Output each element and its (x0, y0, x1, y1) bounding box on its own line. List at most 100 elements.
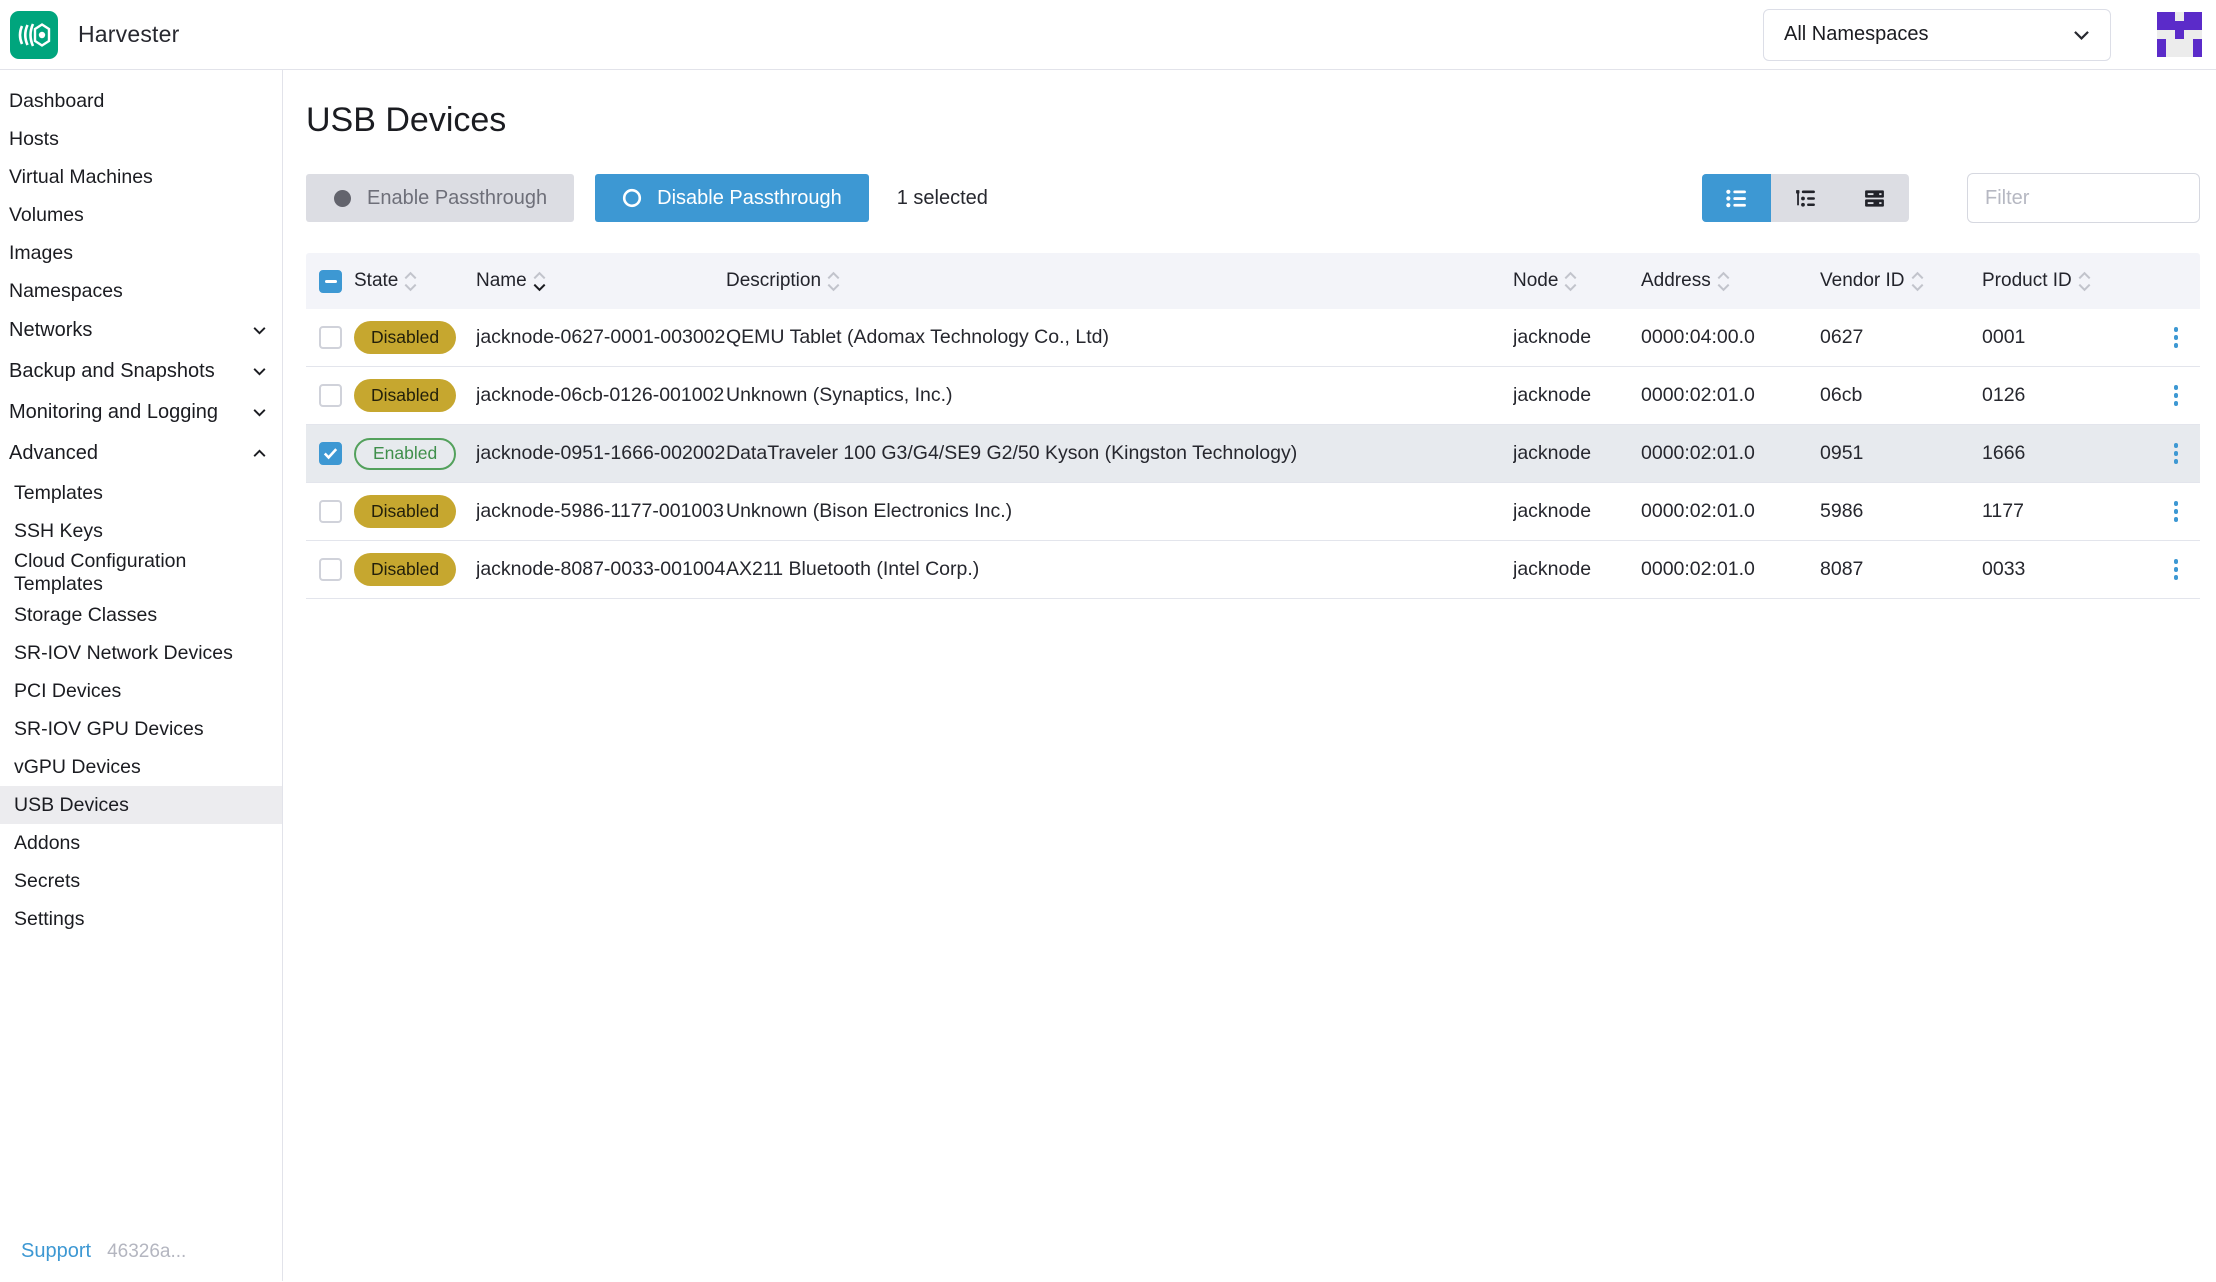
enable-passthrough-button[interactable]: Enable Passthrough (306, 174, 574, 222)
sidebar-item-settings[interactable]: Settings (0, 900, 282, 938)
column-header-vendor-id[interactable]: Vendor ID (1820, 269, 1982, 294)
avatar-pixel (2166, 48, 2175, 57)
sidebar-item-label: Volumes (9, 204, 84, 227)
sidebar-item-label: Hosts (9, 128, 59, 151)
sidebar-item-vgpu-devices[interactable]: vGPU Devices (0, 748, 282, 786)
product-id: 0033 (1982, 558, 2152, 581)
row-checkbox[interactable] (319, 558, 342, 581)
device-description: QEMU Tablet (Adomax Technology Co., Ltd) (726, 326, 1513, 349)
table-row[interactable]: Disabledjacknode-5986-1177-001003Unknown… (306, 483, 2200, 541)
sidebar-item-namespaces[interactable]: Namespaces (0, 272, 282, 310)
table-row[interactable]: Disabledjacknode-0627-0001-003002QEMU Ta… (306, 309, 2200, 367)
sidebar-item-sr-iov-network-devices[interactable]: SR-IOV Network Devices (0, 634, 282, 672)
filter-input[interactable] (1967, 173, 2200, 223)
namespace-selector-value: All Namespaces (1784, 23, 1929, 46)
disable-passthrough-button[interactable]: Disable Passthrough (595, 174, 869, 222)
sidebar-item-dashboard[interactable]: Dashboard (0, 82, 282, 120)
sidebar-item-storage-classes[interactable]: Storage Classes (0, 596, 282, 634)
support-link[interactable]: Support (21, 1240, 91, 1263)
disable-passthrough-label: Disable Passthrough (657, 187, 842, 210)
row-checkbox-cell (306, 442, 350, 465)
sidebar-item-addons[interactable]: Addons (0, 824, 282, 862)
sidebar-item-label: Advanced (9, 442, 98, 465)
sidebar-item-ssh-keys[interactable]: SSH Keys (0, 512, 282, 550)
row-checkbox[interactable] (319, 384, 342, 407)
selected-count: 1 selected (897, 187, 988, 210)
header-checkbox-cell (306, 270, 350, 293)
vendor-id: 0951 (1820, 442, 1982, 465)
node-name: jacknode (1513, 558, 1641, 581)
table-row[interactable]: Disabledjacknode-8087-0033-001004AX211 B… (306, 541, 2200, 599)
row-actions-cell (2152, 553, 2200, 586)
sidebar-item-label: Storage Classes (14, 604, 157, 627)
sidebar-item-usb-devices[interactable]: USB Devices (0, 786, 282, 824)
avatar-pixel (2175, 12, 2184, 21)
sort-arrows-icon (403, 269, 418, 294)
column-header-product-id[interactable]: Product ID (1982, 269, 2152, 294)
column-header-node[interactable]: Node (1513, 269, 1641, 294)
sidebar-item-backup-and-snapshots[interactable]: Backup and Snapshots (0, 351, 282, 392)
state-cell: Disabled (350, 379, 476, 412)
sidebar-item-label: Cloud Configuration Templates (14, 550, 268, 596)
column-header-address[interactable]: Address (1641, 269, 1820, 294)
sidebar-item-templates[interactable]: Templates (0, 474, 282, 512)
list-view-button[interactable] (1702, 174, 1771, 222)
row-checkbox[interactable] (319, 442, 342, 465)
product-id: 1177 (1982, 500, 2152, 523)
card-view-button[interactable] (1840, 174, 1909, 222)
sidebar-item-networks[interactable]: Networks (0, 310, 282, 351)
sidebar-item-monitoring-and-logging[interactable]: Monitoring and Logging (0, 392, 282, 433)
row-checkbox[interactable] (319, 326, 342, 349)
state-cell: Disabled (350, 495, 476, 528)
column-header-state[interactable]: State (350, 269, 476, 294)
column-header-label: State (354, 270, 398, 292)
column-header-description[interactable]: Description (726, 269, 1513, 294)
sidebar-item-volumes[interactable]: Volumes (0, 196, 282, 234)
kebab-menu-icon[interactable] (2168, 437, 2185, 470)
sidebar-item-secrets[interactable]: Secrets (0, 862, 282, 900)
sidebar-item-cloud-configuration-templates[interactable]: Cloud Configuration Templates (0, 550, 282, 596)
kebab-menu-icon[interactable] (2168, 553, 2185, 586)
column-header-name[interactable]: Name (476, 269, 726, 294)
sidebar-item-hosts[interactable]: Hosts (0, 120, 282, 158)
namespace-selector[interactable]: All Namespaces (1763, 9, 2111, 61)
sidebar-item-pci-devices[interactable]: PCI Devices (0, 672, 282, 710)
sidebar-item-label: Namespaces (9, 280, 123, 303)
sidebar-item-advanced[interactable]: Advanced (0, 433, 282, 474)
sidebar-item-virtual-machines[interactable]: Virtual Machines (0, 158, 282, 196)
vendor-id: 5986 (1820, 500, 1982, 523)
kebab-menu-icon[interactable] (2168, 321, 2185, 354)
sidebar-item-label: SR-IOV GPU Devices (14, 718, 204, 741)
product-id: 0001 (1982, 326, 2152, 349)
avatar-pixel (2193, 30, 2202, 39)
sort-arrows-icon (1910, 269, 1925, 294)
view-toggle-group (1702, 174, 1909, 222)
sort-arrows-icon (1716, 269, 1731, 294)
sidebar-item-label: PCI Devices (14, 680, 121, 703)
table-row[interactable]: Disabledjacknode-06cb-0126-001002Unknown… (306, 367, 2200, 425)
device-description: Unknown (Bison Electronics Inc.) (726, 500, 1513, 523)
grouped-list-view-button[interactable] (1771, 174, 1840, 222)
sidebar-item-label: SSH Keys (14, 520, 103, 543)
row-checkbox-cell (306, 326, 350, 349)
node-name: jacknode (1513, 442, 1641, 465)
select-all-checkbox[interactable] (319, 270, 342, 293)
sidebar-item-images[interactable]: Images (0, 234, 282, 272)
sidebar-item-label: Monitoring and Logging (9, 401, 218, 424)
user-avatar[interactable] (2157, 12, 2202, 57)
sidebar-item-label: Networks (9, 319, 92, 342)
table-row[interactable]: Enabledjacknode-0951-1666-002002DataTrav… (306, 425, 2200, 483)
sidebar-footer: Support 46326a... (0, 1240, 282, 1281)
chevron-down-icon (2071, 24, 2092, 45)
avatar-pixel (2166, 21, 2175, 30)
kebab-menu-icon[interactable] (2168, 495, 2185, 528)
kebab-menu-icon[interactable] (2168, 379, 2185, 412)
harvester-logo-icon[interactable] (10, 11, 58, 59)
sort-arrows-icon (1563, 269, 1578, 294)
chevron-up-icon (251, 445, 268, 462)
row-actions-cell (2152, 379, 2200, 412)
row-checkbox[interactable] (319, 500, 342, 523)
filled-circle-icon (333, 189, 352, 208)
sidebar-item-sr-iov-gpu-devices[interactable]: SR-IOV GPU Devices (0, 710, 282, 748)
product-id: 0126 (1982, 384, 2152, 407)
